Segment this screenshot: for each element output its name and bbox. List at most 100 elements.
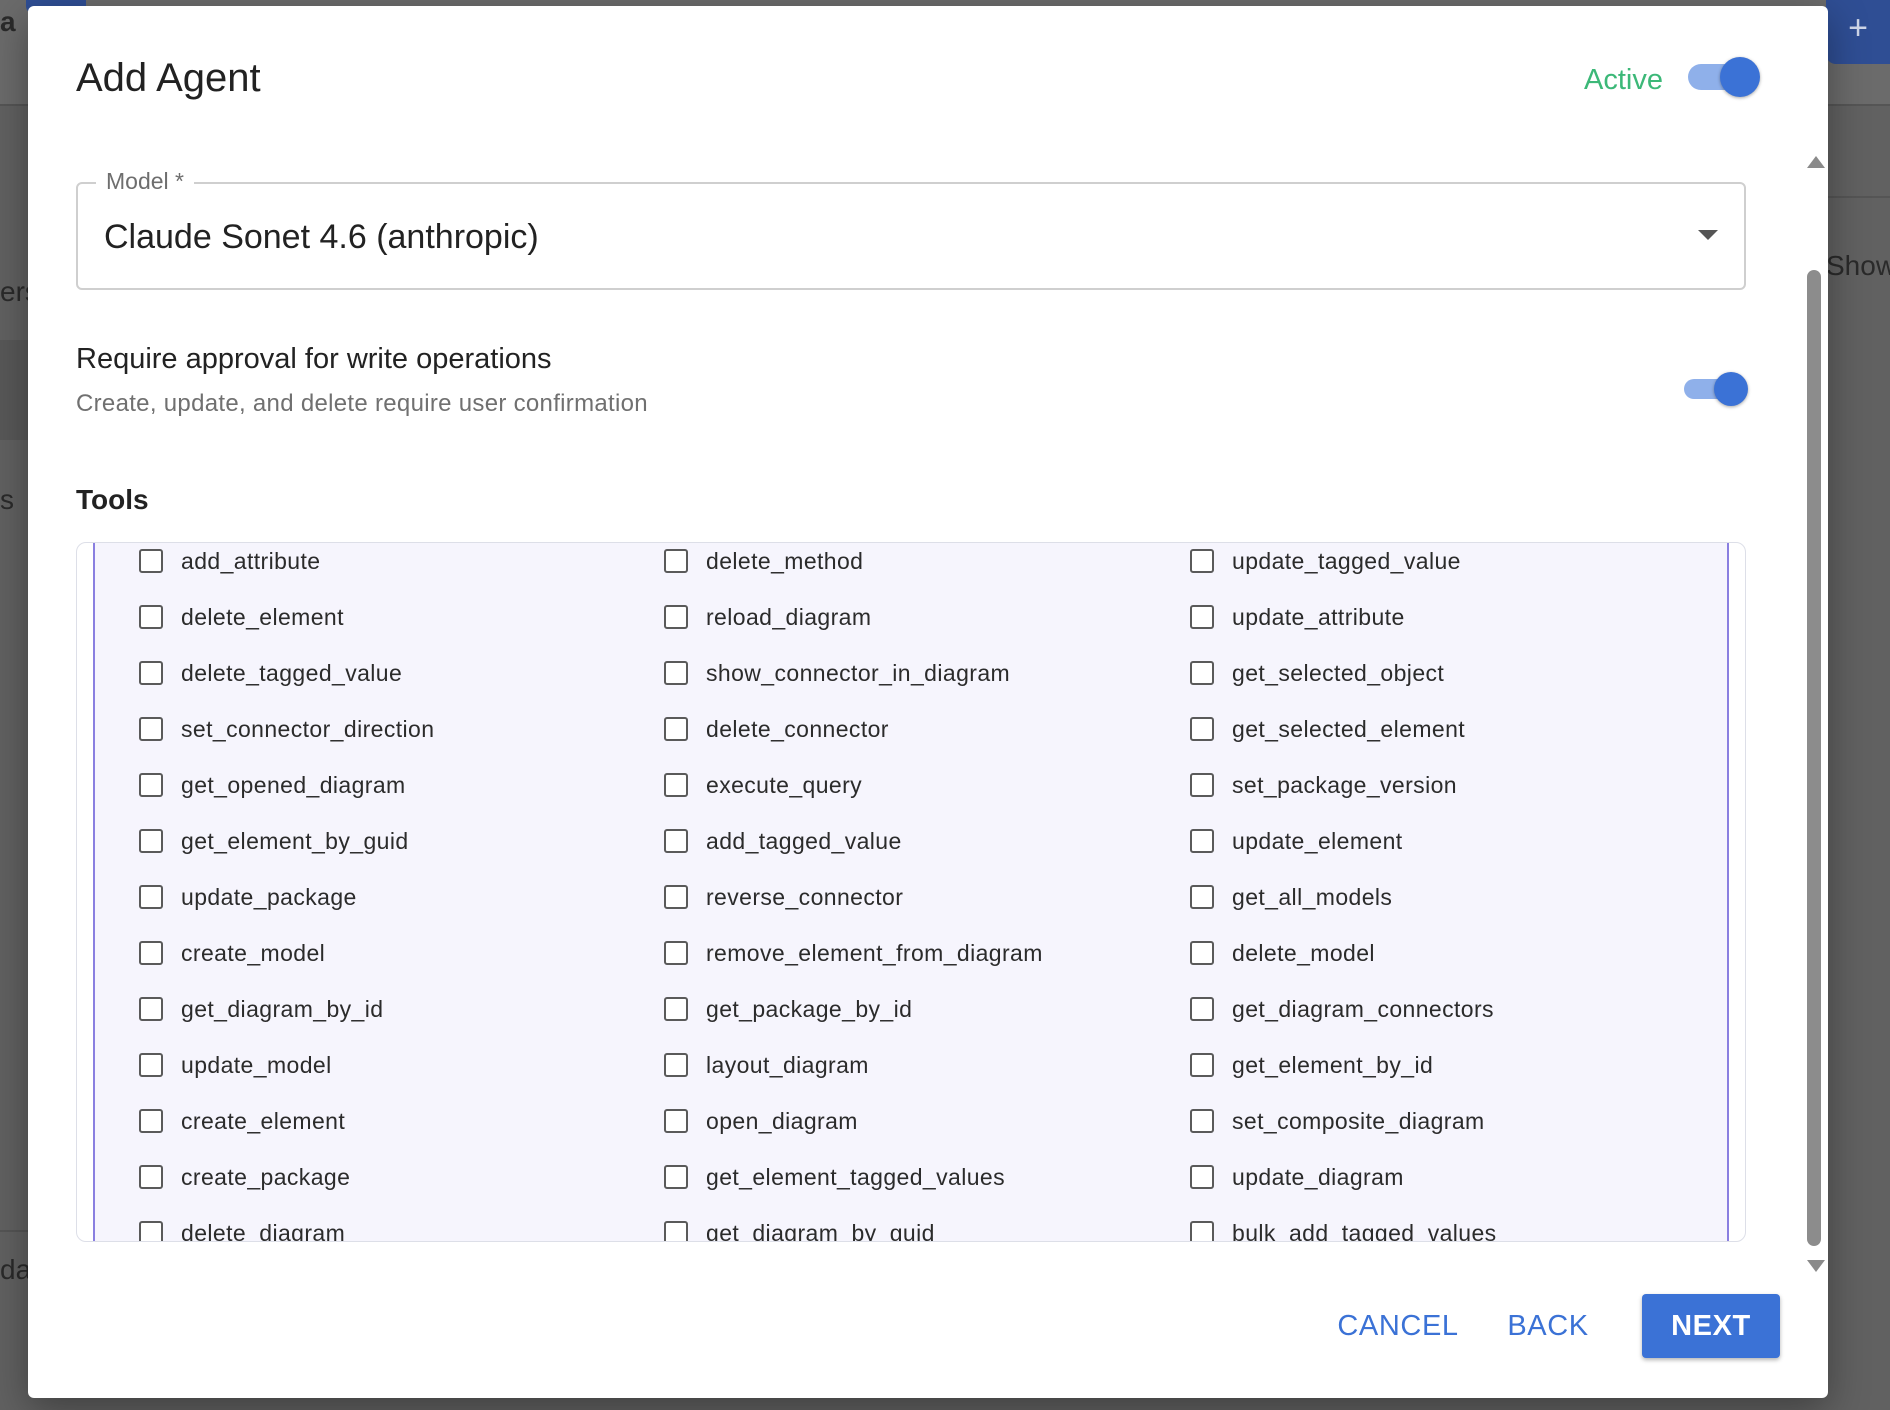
tool-option[interactable]: set_composite_diagram xyxy=(1190,1093,1485,1149)
tool-option[interactable]: reload_diagram xyxy=(664,589,871,645)
tool-checkbox[interactable] xyxy=(1190,997,1214,1021)
tool-checkbox[interactable] xyxy=(139,661,163,685)
tool-checkbox[interactable] xyxy=(1190,1165,1214,1189)
tool-checkbox[interactable] xyxy=(139,1053,163,1077)
tool-checkbox[interactable] xyxy=(664,605,688,629)
tool-option[interactable]: add_attribute xyxy=(139,543,320,589)
tool-option[interactable]: delete_diagram xyxy=(139,1205,345,1241)
scroll-up-arrow-icon[interactable] xyxy=(1807,156,1825,168)
tool-option[interactable]: get_all_models xyxy=(1190,869,1392,925)
tool-label: get_element_by_id xyxy=(1232,1051,1434,1078)
tool-checkbox[interactable] xyxy=(1190,605,1214,629)
tool-checkbox[interactable] xyxy=(1190,1109,1214,1133)
tool-option[interactable]: get_package_by_id xyxy=(664,981,912,1037)
tool-checkbox[interactable] xyxy=(139,997,163,1021)
tool-option[interactable]: get_opened_diagram xyxy=(139,757,406,813)
tool-option[interactable]: get_element_tagged_values xyxy=(664,1149,1005,1205)
tool-checkbox[interactable] xyxy=(664,549,688,573)
tool-option[interactable]: update_diagram xyxy=(1190,1149,1404,1205)
tool-option[interactable]: get_diagram_connectors xyxy=(1190,981,1494,1037)
tool-option[interactable]: update_tagged_value xyxy=(1190,543,1461,589)
tool-option[interactable]: create_model xyxy=(139,925,325,981)
background-text: Show xyxy=(1826,250,1890,281)
tool-checkbox[interactable] xyxy=(1190,549,1214,573)
tool-checkbox[interactable] xyxy=(1190,661,1214,685)
tool-option[interactable]: show_connector_in_diagram xyxy=(664,645,1010,701)
tool-checkbox[interactable] xyxy=(664,885,688,909)
tool-checkbox[interactable] xyxy=(664,829,688,853)
tool-checkbox[interactable] xyxy=(1190,941,1214,965)
tool-checkbox[interactable] xyxy=(139,717,163,741)
tool-option[interactable]: get_diagram_by_guid xyxy=(664,1205,935,1241)
tool-option[interactable]: add_tagged_value xyxy=(664,813,902,869)
tool-label: create_package xyxy=(181,1163,351,1190)
tool-option[interactable]: delete_model xyxy=(1190,925,1375,981)
tool-option[interactable]: delete_element xyxy=(139,589,344,645)
tool-option[interactable]: update_model xyxy=(139,1037,332,1093)
tool-checkbox[interactable] xyxy=(664,941,688,965)
tool-label: update_diagram xyxy=(1232,1163,1404,1190)
tool-option[interactable]: get_diagram_by_id xyxy=(139,981,383,1037)
tool-option[interactable]: set_connector_direction xyxy=(139,701,434,757)
tool-checkbox[interactable] xyxy=(664,661,688,685)
tool-checkbox[interactable] xyxy=(139,829,163,853)
tool-checkbox[interactable] xyxy=(139,1221,163,1241)
tool-checkbox[interactable] xyxy=(664,773,688,797)
tools-list-inner: add_attribute delete_element delete_tagged… xyxy=(93,543,1729,1242)
active-toggle[interactable] xyxy=(1688,57,1760,97)
tool-option[interactable]: update_element xyxy=(1190,813,1403,869)
tool-checkbox[interactable] xyxy=(1190,1053,1214,1077)
model-label: Model * xyxy=(96,168,194,195)
tool-option[interactable]: get_selected_element xyxy=(1190,701,1465,757)
tool-option[interactable]: create_element xyxy=(139,1093,345,1149)
tool-checkbox[interactable] xyxy=(139,1109,163,1133)
tool-checkbox[interactable] xyxy=(1190,885,1214,909)
tool-checkbox[interactable] xyxy=(139,549,163,573)
tool-option[interactable]: remove_element_from_diagram xyxy=(664,925,1043,981)
tool-checkbox[interactable] xyxy=(664,1165,688,1189)
tool-option[interactable]: get_element_by_guid xyxy=(139,813,409,869)
cancel-button[interactable]: CANCEL xyxy=(1328,1294,1468,1358)
tool-checkbox[interactable] xyxy=(664,1221,688,1241)
tool-option[interactable]: update_attribute xyxy=(1190,589,1405,645)
tool-option[interactable]: execute_query xyxy=(664,757,862,813)
tool-checkbox[interactable] xyxy=(139,941,163,965)
tool-option[interactable]: delete_tagged_value xyxy=(139,645,402,701)
tool-option[interactable]: update_package xyxy=(139,869,357,925)
dialog-scrollbar[interactable] xyxy=(1804,156,1825,1276)
tool-option[interactable]: get_selected_object xyxy=(1190,645,1444,701)
tool-option[interactable]: get_element_by_id xyxy=(1190,1037,1433,1093)
tool-checkbox[interactable] xyxy=(664,997,688,1021)
scroll-down-arrow-icon[interactable] xyxy=(1807,1260,1825,1272)
tool-checkbox[interactable] xyxy=(139,1165,163,1189)
tool-checkbox[interactable] xyxy=(664,1109,688,1133)
tool-checkbox[interactable] xyxy=(664,717,688,741)
back-button[interactable]: BACK xyxy=(1488,1294,1608,1358)
tool-checkbox[interactable] xyxy=(1190,717,1214,741)
tool-checkbox[interactable] xyxy=(139,773,163,797)
tool-option[interactable]: set_package_version xyxy=(1190,757,1457,813)
tool-checkbox[interactable] xyxy=(1190,773,1214,797)
scrollbar-thumb[interactable] xyxy=(1807,270,1821,1246)
active-label: Active xyxy=(1584,64,1663,96)
tool-option[interactable]: delete_method xyxy=(664,543,863,589)
tool-label: bulk_add_tagged_values xyxy=(1232,1219,1497,1242)
approval-toggle[interactable] xyxy=(1684,372,1752,406)
tool-label: set_composite_diagram xyxy=(1232,1107,1485,1134)
next-button[interactable]: NEXT xyxy=(1642,1294,1780,1358)
tool-option[interactable]: reverse_connector xyxy=(664,869,903,925)
tool-label: get_opened_diagram xyxy=(181,771,406,798)
tool-option[interactable]: layout_diagram xyxy=(664,1037,869,1093)
model-value: Claude Sonet 4.6 (anthropic) xyxy=(104,218,539,256)
tool-option[interactable]: bulk_add_tagged_values xyxy=(1190,1205,1497,1242)
tool-checkbox[interactable] xyxy=(1190,829,1214,853)
tool-checkbox[interactable] xyxy=(1190,1221,1214,1241)
model-select[interactable]: Model * Claude Sonet 4.6 (anthropic) xyxy=(76,168,1746,290)
tool-option[interactable]: create_package xyxy=(139,1149,350,1205)
tool-option[interactable]: delete_connector xyxy=(664,701,889,757)
tool-checkbox[interactable] xyxy=(664,1053,688,1077)
tool-checkbox[interactable] xyxy=(139,885,163,909)
tool-option[interactable]: open_diagram xyxy=(664,1093,858,1149)
tools-list[interactable]: add_attribute delete_element delete_tagged… xyxy=(76,542,1746,1242)
tool-checkbox[interactable] xyxy=(139,605,163,629)
